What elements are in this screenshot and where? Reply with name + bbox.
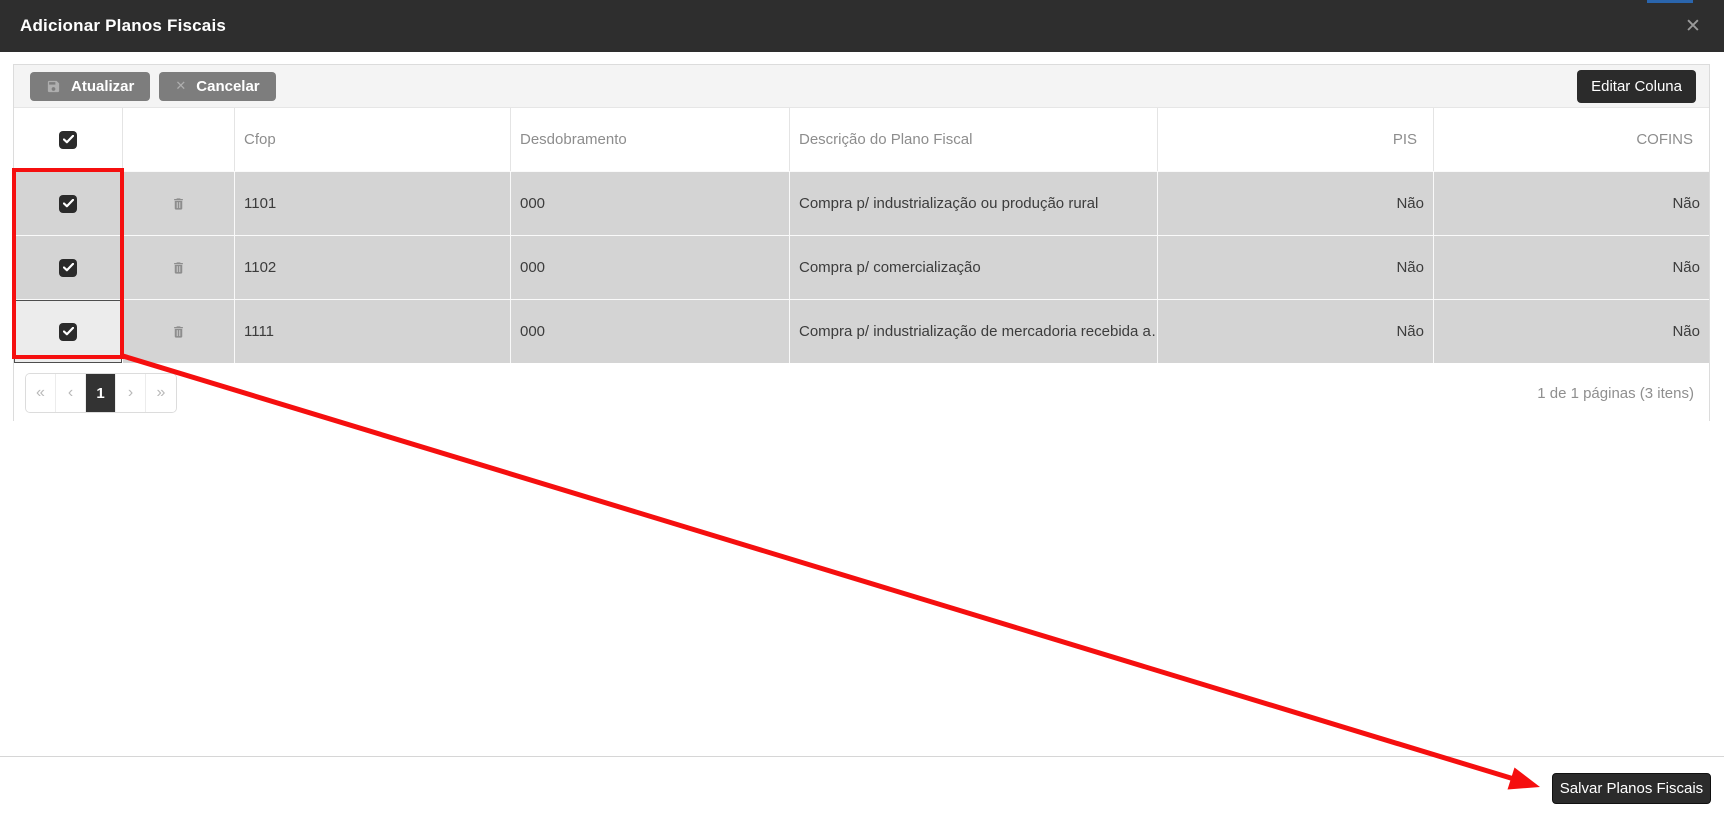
delete-row-button[interactable] xyxy=(169,194,188,214)
header-desdobramento: Desdobramento xyxy=(511,108,790,171)
editar-coluna-button[interactable]: Editar Coluna xyxy=(1577,69,1696,103)
header-actions-cell xyxy=(123,108,235,171)
modal-adicionar-planos-fiscais: Adicionar Planos Fiscais ✕ Atualizar ✕ C… xyxy=(0,0,1724,819)
row-actions-cell xyxy=(123,172,235,235)
header-cfop: Cfop xyxy=(235,108,511,171)
cell-descricao: Compra p/ comercialização xyxy=(790,236,1158,299)
select-all-checkbox[interactable] xyxy=(59,130,77,149)
header-select-cell xyxy=(14,108,123,171)
annotation-arrowhead xyxy=(1507,767,1540,790)
cell-desdobramento: 000 xyxy=(511,300,790,363)
cell-cofins: Não xyxy=(1672,259,1700,276)
atualizar-button[interactable]: Atualizar xyxy=(30,71,151,101)
cell-descricao: Compra p/ industrialização de mercadoria… xyxy=(790,300,1158,363)
cell-descricao: Compra p/ industrialização ou produção r… xyxy=(790,172,1158,235)
page-1-button[interactable]: 1 xyxy=(86,374,116,412)
row-checkbox[interactable] xyxy=(59,258,77,277)
delete-row-button[interactable] xyxy=(169,258,188,278)
save-icon xyxy=(46,79,61,94)
cell-cofins: Não xyxy=(1672,195,1700,212)
next-page-button[interactable]: › xyxy=(116,374,146,412)
row-checkbox[interactable] xyxy=(59,322,77,341)
last-page-button[interactable]: » xyxy=(146,374,176,412)
pager: « ‹ 1 › » xyxy=(25,373,177,413)
cell-desdobramento: 000 xyxy=(511,172,790,235)
editar-coluna-label: Editar Coluna xyxy=(1591,77,1682,95)
row-checkbox[interactable] xyxy=(59,194,77,213)
prev-page-button[interactable]: ‹ xyxy=(56,374,86,412)
table-header-row: Cfop Desdobramento Descrição do Plano Fi… xyxy=(14,108,1709,171)
cell-pis: Não xyxy=(1158,300,1434,363)
pagination-bar: « ‹ 1 › » 1 de 1 páginas (3 itens) xyxy=(14,363,1709,423)
modal-title: Adicionar Planos Fiscais xyxy=(20,16,227,35)
salvar-planos-fiscais-button[interactable]: Salvar Planos Fiscais xyxy=(1552,773,1711,804)
header-cofins: COFINS xyxy=(1434,108,1709,171)
cell-cofins: Não xyxy=(1672,323,1700,340)
table-row: 1102 000 Compra p/ comercialização Não N… xyxy=(14,235,1709,299)
cell-pis: Não xyxy=(1158,236,1434,299)
footer-divider xyxy=(0,756,1724,757)
first-page-button[interactable]: « xyxy=(26,374,56,412)
cell-desdobramento: 000 xyxy=(511,236,790,299)
close-icon[interactable]: ✕ xyxy=(1676,0,1710,52)
cancelar-label: Cancelar xyxy=(196,77,260,95)
row-actions-cell xyxy=(123,236,235,299)
header-pis: PIS xyxy=(1158,108,1434,171)
row-select-cell xyxy=(14,172,123,235)
row-actions-cell xyxy=(123,300,235,363)
delete-row-button[interactable] xyxy=(169,322,188,342)
modal-titlebar: Adicionar Planos Fiscais ✕ xyxy=(0,0,1724,52)
cancelar-button[interactable]: ✕ Cancelar xyxy=(159,71,276,101)
table-row: 1111 000 Compra p/ industrialização de m… xyxy=(14,299,1709,363)
cell-cfop: 1111 xyxy=(235,300,511,363)
atualizar-label: Atualizar xyxy=(71,77,135,95)
table-row: 1101 000 Compra p/ industrialização ou p… xyxy=(14,171,1709,235)
row-select-cell xyxy=(14,236,123,299)
header-descricao: Descrição do Plano Fiscal xyxy=(790,108,1158,171)
salvar-label: Salvar Planos Fiscais xyxy=(1559,780,1704,797)
x-icon: ✕ xyxy=(175,78,187,93)
background-window-sliver xyxy=(1647,0,1693,3)
cell-pis: Não xyxy=(1158,172,1434,235)
row-select-cell-focused xyxy=(14,300,123,363)
pagination-info: 1 de 1 páginas (3 itens) xyxy=(1537,384,1694,402)
grid-toolbar: Atualizar ✕ Cancelar Editar Coluna xyxy=(14,65,1709,108)
planos-fiscais-grid-panel: Atualizar ✕ Cancelar Editar Coluna Cfop … xyxy=(13,64,1710,423)
cell-cfop: 1101 xyxy=(235,172,511,235)
cell-cfop: 1102 xyxy=(235,236,511,299)
